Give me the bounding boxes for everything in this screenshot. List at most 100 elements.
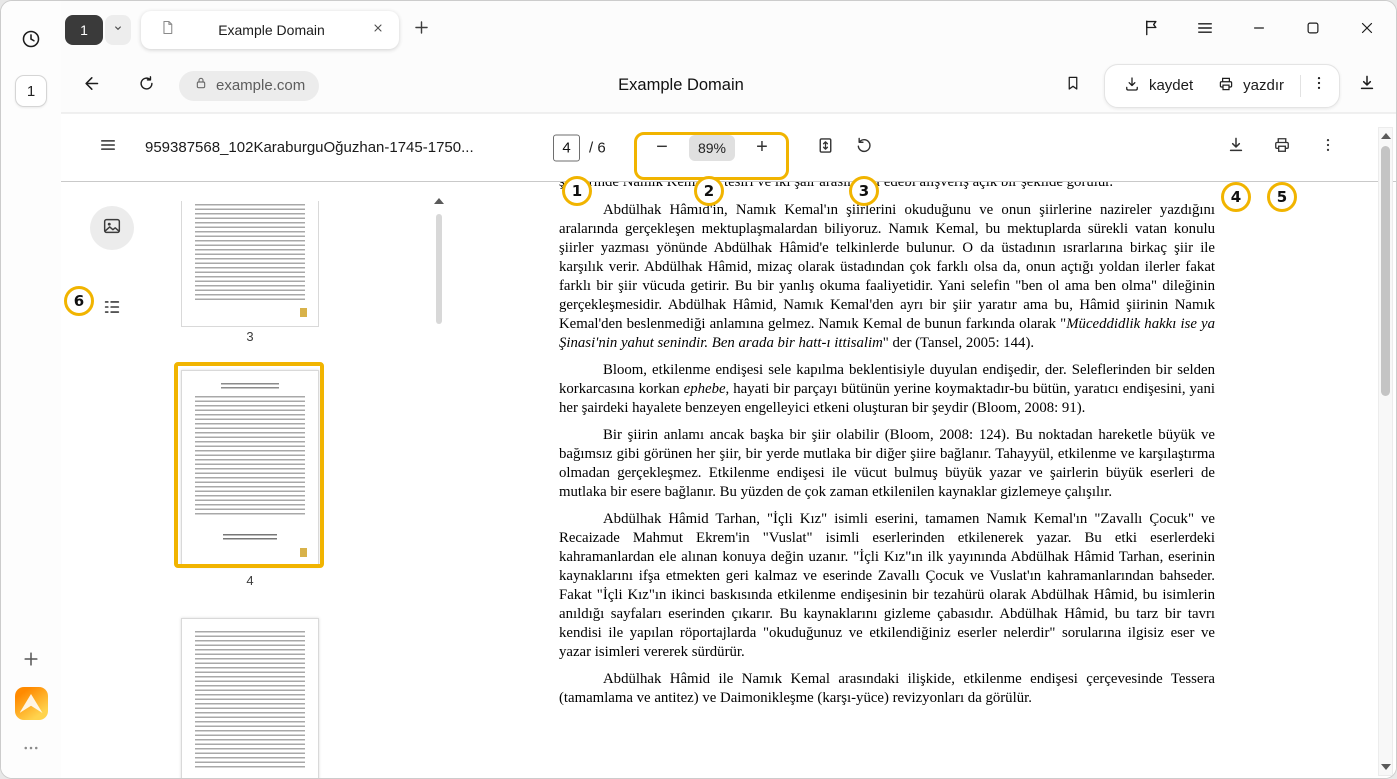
list-outline-icon (101, 296, 123, 323)
page-number-group: 4 / 6 (553, 134, 606, 161)
annotation-box-zoom (634, 132, 789, 180)
maximize-button[interactable] (1298, 15, 1328, 45)
fit-page-icon (815, 135, 836, 161)
hamburger-menu-icon (98, 135, 118, 160)
thumbnail-page-5[interactable] (181, 618, 319, 778)
save-button-label: kaydet (1149, 77, 1193, 94)
fit-page-button[interactable] (809, 132, 841, 164)
rail-more-button[interactable] (13, 732, 49, 768)
nav-more-button[interactable] (1305, 68, 1333, 104)
annotation-marker-5: 5 (1267, 182, 1297, 212)
save-button[interactable]: kaydet (1111, 68, 1205, 104)
bookmark-icon (1064, 74, 1082, 97)
annotation-marker-6: 6 (64, 286, 94, 316)
hamburger-menu-icon (1195, 18, 1215, 43)
close-icon (1358, 19, 1376, 42)
scroll-up-icon[interactable] (434, 198, 444, 204)
browser-logo (15, 687, 48, 720)
document-paragraph: Bloom, etkilenme endişesi sele kapılma b… (559, 361, 1215, 418)
page-title: Example Domain (421, 76, 941, 95)
reload-icon (137, 74, 156, 98)
document-paragraph: Abdülhak Hâmıd'in, Namık Kemal'ın şiirle… (559, 201, 1215, 353)
workspace-button[interactable]: 1 (15, 75, 47, 107)
outline-view-button[interactable] (97, 294, 127, 324)
pdf-download-button[interactable] (1219, 131, 1253, 165)
scrollbar-thumb[interactable] (1381, 146, 1390, 396)
page-actions-card: kaydet yazdır (1104, 64, 1340, 108)
minimize-button[interactable] (1244, 15, 1274, 45)
tab-example-domain[interactable]: Example Domain (141, 11, 399, 49)
page-favicon-icon (159, 19, 176, 41)
rotate-icon (854, 135, 874, 160)
back-button[interactable] (75, 71, 105, 101)
thumbnails-scrollbar[interactable] (433, 182, 445, 778)
card-divider (1300, 75, 1301, 97)
thumbnail-label: 3 (181, 329, 319, 344)
pdf-sidebar-views (61, 182, 163, 778)
print-button-label: yazdır (1243, 77, 1284, 94)
annotation-box-thumbnail (174, 362, 324, 568)
annotation-marker-3: 3 (849, 176, 879, 206)
new-tab-button[interactable] (407, 16, 435, 44)
image-icon (101, 215, 123, 242)
reload-button[interactable] (131, 71, 161, 101)
pdf-page-content: şiirlerinde Namık Kemal'in tesiri ve iki… (445, 182, 1396, 778)
kebab-menu-icon (1310, 74, 1328, 97)
print-button[interactable]: yazdır (1205, 68, 1296, 104)
plus-icon (21, 649, 41, 674)
page-number-input[interactable]: 4 (553, 134, 580, 161)
new-workspace-button[interactable] (13, 643, 49, 679)
document-paragraphs: Abdülhak Hâmıd'in, Namık Kemal'ın şiirle… (559, 201, 1215, 708)
clock-icon (20, 28, 42, 55)
download-tray-icon (1357, 73, 1377, 98)
annotation-marker-2: 2 (694, 176, 724, 206)
pdf-toolbar-right (1219, 131, 1345, 165)
minimize-icon (1250, 19, 1268, 42)
page-count: / 6 (589, 139, 606, 156)
pdf-filename: 959387568_102KaraburguOğuzhan-1745-1750.… (145, 139, 474, 156)
chevron-down-icon (110, 20, 126, 41)
close-window-button[interactable] (1352, 15, 1382, 45)
left-rail: 1 (1, 1, 61, 778)
page-logo-mark (300, 308, 307, 317)
maximize-icon (1304, 19, 1322, 42)
flag-icon (1142, 18, 1161, 42)
thumbnails-view-button[interactable] (90, 206, 134, 250)
kebab-menu-icon (1319, 136, 1337, 159)
tab-group-badge[interactable]: 1 (65, 15, 103, 45)
url-text: example.com (216, 77, 305, 94)
downloads-button[interactable] (1352, 71, 1382, 101)
printer-icon (1272, 135, 1292, 160)
scrollbar-thumb[interactable] (436, 214, 442, 324)
thumbnail-label: 4 (181, 573, 319, 588)
address-bar[interactable]: example.com (179, 71, 319, 101)
content-scrollbar[interactable] (1378, 127, 1393, 776)
rotate-button[interactable] (848, 132, 880, 164)
scroll-down-icon[interactable] (1381, 764, 1391, 770)
history-button[interactable] (13, 23, 49, 59)
navigation-bar: example.com Example Domain kaydet (61, 59, 1396, 113)
tab-close-button[interactable] (367, 19, 389, 41)
app-menu-button[interactable] (1190, 15, 1220, 45)
pdf-sidebar-toggle-button[interactable] (91, 131, 125, 165)
printer-icon (1217, 75, 1235, 97)
back-arrow-icon (80, 73, 101, 99)
close-icon (372, 21, 384, 39)
pdf-print-button[interactable] (1265, 131, 1299, 165)
thumbnail-page-3[interactable] (181, 201, 319, 327)
document-text: şiirlerinde Namık Kemal'in tesiri ve iki… (559, 182, 1215, 708)
tab-bar: 1 Example Domain (61, 1, 1396, 59)
pdf-more-button[interactable] (1311, 131, 1345, 165)
scroll-up-icon[interactable] (1381, 133, 1391, 139)
clipped-text-line: şiirlerinde Namık Kemal'in tesiri ve iki… (559, 182, 1215, 193)
tab-title: Example Domain (176, 22, 367, 38)
document-paragraph: Abdülhak Hâmid ile Namık Kemal arasındak… (559, 670, 1215, 708)
bookmark-button[interactable] (1058, 71, 1088, 101)
flag-button[interactable] (1136, 15, 1166, 45)
tab-group-caret[interactable] (105, 15, 131, 45)
plus-icon (412, 18, 431, 42)
annotation-marker-4: 4 (1221, 182, 1251, 212)
document-paragraph: Abdülhak Hâmid Tarhan, "İçli Kız" isimli… (559, 510, 1215, 662)
browser-window: 1 1 Example D (0, 0, 1397, 779)
lock-icon (193, 75, 209, 96)
